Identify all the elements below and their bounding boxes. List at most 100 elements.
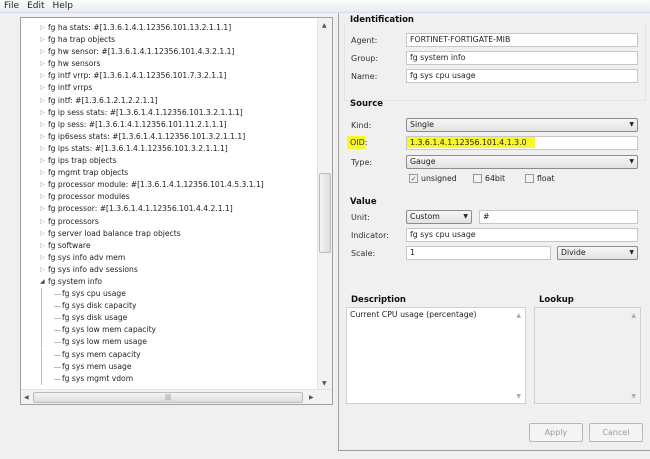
apply-button[interactable]: Apply xyxy=(529,423,583,442)
tree-item[interactable]: ▷ fg ip sess stats: #[1.3.6.1.4.1.12356.1… xyxy=(21,107,318,119)
tree-item[interactable]: ▷ fg sys info adv mem xyxy=(21,252,318,264)
expand-arrow-icon[interactable]: ▷ xyxy=(40,58,45,70)
tree-item-label: fg sys mem usage xyxy=(62,361,132,371)
tree-item[interactable]: ▷ fg mgmt trap objects xyxy=(21,167,318,179)
expand-arrow-icon[interactable]: ▷ xyxy=(40,191,45,203)
expand-arrow-icon[interactable]: ▷ xyxy=(40,22,45,34)
cancel-button[interactable]: Cancel xyxy=(589,423,643,442)
expand-arrow-icon[interactable]: ▷ xyxy=(40,179,45,191)
group-field[interactable]: fg system info xyxy=(406,51,638,65)
hscroll-thumb[interactable]: ||| xyxy=(33,392,303,403)
tree-item[interactable]: fg sys mem capacity xyxy=(21,348,318,361)
tree-item[interactable]: ▷ fg processor: #[1.3.6.1.4.1.12356.101.4… xyxy=(21,203,318,215)
scroll-right-icon[interactable]: ▶ xyxy=(309,394,314,401)
expand-arrow-icon[interactable]: ▷ xyxy=(40,252,45,264)
group-label: Group: xyxy=(351,54,379,63)
agent-field[interactable]: FORTINET-FORTIGATE-MIB xyxy=(406,33,638,47)
tree-item[interactable]: ▷ fg processor modules xyxy=(21,191,318,203)
unit-value: Custom xyxy=(410,212,440,221)
menu-edit[interactable]: Edit xyxy=(23,0,48,12)
expand-arrow-icon[interactable]: ▷ xyxy=(40,240,45,252)
type-select[interactable]: Gauge ▼ xyxy=(406,155,638,169)
description-textarea[interactable]: Current CPU usage (percentage) ▲ ▼ xyxy=(346,307,526,404)
tree-item[interactable]: ▷ fg ip sess: #[1.3.6.1.4.1.12356.101.11.… xyxy=(21,119,318,131)
tree-item[interactable]: fg sys disk usage xyxy=(21,312,318,325)
expand-arrow-icon[interactable]: ▷ xyxy=(40,95,45,107)
tree-item[interactable]: ▷ fg software xyxy=(21,240,318,252)
unit-select[interactable]: Custom ▼ xyxy=(406,210,472,224)
oid-field[interactable]: 1.3.6.1.4.1.12356.101.4.1.3.0 xyxy=(406,136,638,150)
expand-arrow-icon[interactable]: ▷ xyxy=(40,70,45,82)
tree-item[interactable]: fg sys low mem capacity xyxy=(21,324,318,337)
tree-item-label: fg software xyxy=(48,240,91,250)
scroll-up-icon[interactable]: ▲ xyxy=(631,312,636,319)
vertical-scrollbar[interactable]: ▲ ▼ xyxy=(317,18,332,390)
oid-label: OID: xyxy=(347,136,368,149)
tree-item[interactable]: fg sys mem usage xyxy=(21,360,318,373)
tree-item[interactable]: fg sys low mem usage xyxy=(21,336,318,349)
expand-arrow-icon[interactable]: ▷ xyxy=(40,82,45,94)
tree-item[interactable]: ▷ fg ips trap objects xyxy=(21,155,318,167)
tree-item[interactable]: ▷ fg processor module: #[1.3.6.1.4.1.1235… xyxy=(21,179,318,191)
tree-item-label: fg processor module: #[1.3.6.1.4.1.12356… xyxy=(48,180,264,190)
scroll-down-icon[interactable]: ▼ xyxy=(516,393,521,400)
expand-arrow-icon[interactable]: ▷ xyxy=(40,107,45,119)
horizontal-scrollbar[interactable]: ◀ ||| ▶ xyxy=(21,389,332,404)
expand-arrow-icon[interactable]: ▷ xyxy=(40,119,45,131)
64bit-checkbox[interactable]: 64bit xyxy=(473,174,505,183)
menu-help[interactable]: Help xyxy=(49,0,78,12)
tree-item[interactable]: ▷ fg intf vrrp: #[1.3.6.1.4.1.12356.101.7… xyxy=(21,70,318,82)
tree-item-label: fg sys disk usage xyxy=(62,313,128,323)
tree-item[interactable]: fg sys cpu usage xyxy=(21,288,318,301)
tree-item[interactable]: fg sys disk capacity xyxy=(21,300,318,313)
tree-item[interactable]: ▷ fg hw sensors xyxy=(21,58,318,70)
float-checkbox[interactable]: float xyxy=(525,174,555,183)
name-field[interactable]: fg sys cpu usage xyxy=(406,69,638,83)
tree-item-label: fg intf: #[1.3.6.1.2.1.2.2.1.1] xyxy=(48,95,158,105)
kind-select[interactable]: Single ▼ xyxy=(406,118,638,132)
kind-label: Kind: xyxy=(351,121,372,130)
expand-arrow-icon[interactable]: ▷ xyxy=(40,131,45,143)
indicator-field[interactable]: fg sys cpu usage xyxy=(406,228,638,242)
tree-item[interactable]: ▷ fg intf vrrps xyxy=(21,82,318,94)
tree-item[interactable]: ▷ fg processors xyxy=(21,216,318,228)
expand-arrow-icon[interactable]: ▷ xyxy=(40,143,45,155)
tree-item-label: fg processor: #[1.3.6.1.4.1.12356.101.4.… xyxy=(48,204,233,214)
scale-op-value: Divide xyxy=(561,248,586,257)
tree-item[interactable]: ◢ fg system info xyxy=(21,276,318,288)
expand-arrow-icon[interactable]: ▷ xyxy=(40,167,45,179)
expand-arrow-icon[interactable]: ▷ xyxy=(40,34,45,46)
unit-symbol-field[interactable]: # xyxy=(479,210,638,224)
tree-item[interactable]: ▷ fg sys info adv sessions xyxy=(21,264,318,276)
tree-item[interactable]: ▷ fg intf: #[1.3.6.1.2.1.2.2.1.1] xyxy=(21,95,318,107)
scroll-down-icon[interactable]: ▼ xyxy=(322,380,327,387)
tree-item[interactable]: ▷ fg ip6sess stats: #[1.3.6.1.4.1.12356.1… xyxy=(21,131,318,143)
expand-arrow-icon[interactable]: ▷ xyxy=(40,46,45,58)
tree-item-label: fg sys disk capacity xyxy=(62,301,137,311)
scroll-down-icon[interactable]: ▼ xyxy=(631,393,636,400)
tree-item[interactable]: ▷ fg ha trap objects xyxy=(21,34,318,46)
expand-arrow-icon[interactable]: ▷ xyxy=(40,228,45,240)
expand-arrow-icon[interactable]: ▷ xyxy=(40,155,45,167)
float-label: float xyxy=(537,174,555,183)
tree-item[interactable]: ▷ fg server load balance trap objects xyxy=(21,228,318,240)
tree-item[interactable]: ▷ fg hw sensor: #[1.3.6.1.4.1.12356.101.4… xyxy=(21,46,318,58)
tree-item[interactable]: fg sys mgmt vdom xyxy=(21,372,318,385)
collapse-arrow-icon[interactable]: ◢ xyxy=(40,276,45,288)
tree-item[interactable]: ▷ fg ips stats: #[1.3.6.1.4.1.12356.101.3… xyxy=(21,143,318,155)
scale-field[interactable]: 1 xyxy=(406,246,551,260)
expand-arrow-icon[interactable]: ▷ xyxy=(40,216,45,228)
menu-file[interactable]: File xyxy=(0,0,23,12)
scale-operation-select[interactable]: Divide ▼ xyxy=(557,246,638,260)
scroll-up-icon[interactable]: ▲ xyxy=(322,22,327,29)
lookup-list[interactable]: ▲ ▼ xyxy=(534,307,641,404)
scroll-thumb[interactable] xyxy=(319,173,331,253)
scroll-left-icon[interactable]: ◀ xyxy=(24,394,29,401)
expand-arrow-icon[interactable]: ▷ xyxy=(40,264,45,276)
expand-arrow-icon[interactable]: ▷ xyxy=(40,203,45,215)
unsigned-checkbox[interactable]: ✓ unsigned xyxy=(409,174,457,183)
tree-item[interactable]: ▷ fg ha stats: #[1.3.6.1.4.1.12356.101.13… xyxy=(21,22,318,34)
oid-value: 1.3.6.1.4.1.12356.101.4.1.3.0 xyxy=(407,137,535,148)
agent-label: Agent: xyxy=(351,36,378,45)
scroll-up-icon[interactable]: ▲ xyxy=(516,312,521,319)
